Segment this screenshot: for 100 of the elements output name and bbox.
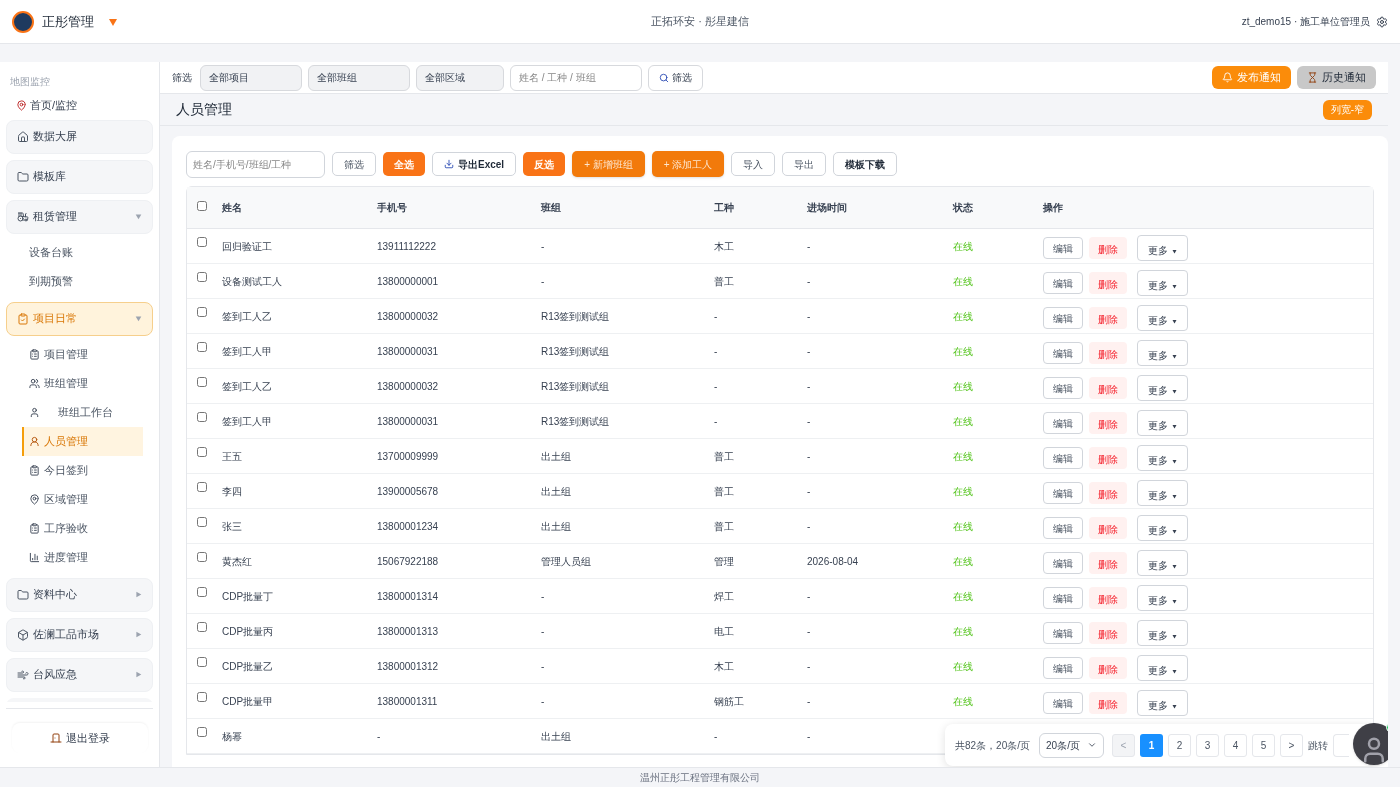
edit-button[interactable]: 编辑	[1043, 691, 1083, 714]
more-button[interactable]: 更多	[1137, 619, 1188, 646]
search-field[interactable]: 姓名/手机号/班组/工种	[186, 150, 325, 178]
nav-subitem[interactable]: 到期预警	[24, 266, 153, 296]
nav-group[interactable]: 模板库	[6, 159, 153, 194]
edit-button[interactable]: 编辑	[1043, 271, 1083, 294]
more-button[interactable]: 更多	[1137, 479, 1188, 506]
delete-button[interactable]: 删除	[1089, 586, 1127, 609]
edit-button[interactable]: 编辑	[1043, 306, 1083, 329]
delete-button[interactable]: 删除	[1089, 656, 1127, 679]
edit-button[interactable]: 编辑	[1043, 551, 1083, 574]
select-all-checkbox[interactable]	[197, 200, 207, 211]
edit-button[interactable]: 编辑	[1043, 376, 1083, 399]
search-button[interactable]: 筛选	[648, 64, 703, 91]
logout-button[interactable]: 退出登录	[11, 723, 148, 753]
edit-button[interactable]: 编辑	[1043, 411, 1083, 434]
row-checkbox[interactable]	[197, 657, 207, 667]
row-checkbox[interactable]	[197, 307, 207, 317]
next-page-button[interactable]: >	[1280, 733, 1304, 757]
row-checkbox[interactable]	[197, 622, 207, 632]
toolbar-button[interactable]: 模板下载	[833, 152, 898, 176]
page-size-select[interactable]: 20条/页	[1039, 732, 1105, 758]
more-button[interactable]: 更多	[1137, 269, 1188, 296]
jump-page-field[interactable]	[1333, 733, 1350, 757]
row-checkbox[interactable]	[197, 482, 207, 492]
edit-button[interactable]: 编辑	[1043, 586, 1083, 609]
nav-subitem[interactable]: 区域管理	[24, 484, 153, 514]
nav-subitem[interactable]: 设备台账	[24, 237, 153, 267]
select-field[interactable]: 全部班组	[308, 64, 410, 91]
more-button[interactable]: 更多	[1137, 339, 1188, 366]
toolbar-button[interactable]: 导出	[782, 152, 827, 176]
toolbar-button[interactable]: 筛选	[332, 152, 376, 176]
select-field[interactable]: 全部项目	[200, 64, 302, 91]
nav-subitem[interactable]: 项目管理	[24, 339, 153, 369]
more-button[interactable]: 更多	[1137, 584, 1188, 611]
nav-link[interactable]: 首页/监控	[6, 97, 153, 114]
row-checkbox[interactable]	[197, 342, 207, 352]
delete-button[interactable]: 删除	[1089, 306, 1127, 329]
nav-subitem[interactable]: 班组工作台	[24, 397, 153, 427]
avatar-silhouette[interactable]	[1353, 723, 1388, 765]
more-button[interactable]: 更多	[1137, 654, 1188, 681]
delete-button[interactable]: 删除	[1089, 411, 1127, 434]
row-checkbox[interactable]	[197, 552, 207, 562]
edit-button[interactable]: 编辑	[1043, 446, 1083, 469]
delete-button[interactable]: 删除	[1089, 271, 1127, 294]
table-cell-text: -	[807, 239, 812, 254]
logo-icon	[12, 10, 34, 33]
nav-subitem[interactable]: 班组管理	[24, 368, 153, 398]
edit-button[interactable]: 编辑	[1043, 341, 1083, 364]
search-field[interactable]: 姓名 / 工种 / 班组	[510, 64, 642, 91]
nav-group[interactable]: 数据大屏	[6, 119, 153, 154]
delete-button[interactable]: 删除	[1089, 341, 1127, 364]
more-button[interactable]: 更多	[1137, 234, 1188, 261]
edit-button[interactable]: 编辑	[1043, 621, 1083, 644]
more-button[interactable]: 更多	[1137, 514, 1188, 541]
more-button[interactable]: 更多	[1137, 409, 1188, 436]
edit-button[interactable]: 编辑	[1043, 236, 1083, 259]
history-notice-button[interactable]: 历史通知	[1297, 66, 1376, 89]
nav-group[interactable]: 资料中心	[6, 577, 153, 612]
nav-group[interactable]: 租赁管理	[6, 199, 153, 234]
row-checkbox[interactable]	[197, 587, 207, 597]
select-field[interactable]: 全部区域	[416, 64, 504, 91]
page-button[interactable]: 2	[1168, 733, 1192, 757]
delete-button[interactable]: 删除	[1089, 691, 1127, 714]
map-pin-icon	[29, 493, 40, 505]
row-checkbox[interactable]	[197, 377, 207, 387]
edit-button[interactable]: 编辑	[1043, 656, 1083, 679]
more-button[interactable]: 更多	[1137, 374, 1188, 401]
page-button[interactable]: 5	[1252, 733, 1276, 757]
row-checkbox[interactable]	[197, 272, 207, 282]
nav-group[interactable]: 佐澜工品市场	[6, 617, 153, 652]
more-button[interactable]: 更多	[1137, 444, 1188, 471]
edit-button[interactable]: 编辑	[1043, 516, 1083, 539]
cube-icon	[17, 628, 29, 641]
row-checkbox[interactable]	[197, 447, 207, 457]
row-checkbox[interactable]	[197, 727, 207, 737]
row-checkbox[interactable]	[197, 412, 207, 422]
settings-icon[interactable]	[1376, 15, 1388, 28]
delete-button[interactable]: 删除	[1089, 236, 1127, 259]
more-button[interactable]: 更多	[1137, 549, 1188, 576]
toolbar-button[interactable]: 导出Excel	[432, 152, 517, 176]
delete-button[interactable]: 删除	[1089, 481, 1127, 504]
nav-group[interactable]: 台风应急	[6, 657, 153, 692]
toolbar-button[interactable]: 导入	[731, 152, 776, 176]
delete-button[interactable]: 删除	[1089, 446, 1127, 469]
more-button[interactable]: 更多	[1137, 689, 1188, 716]
delete-button[interactable]: 删除	[1089, 551, 1127, 574]
delete-button[interactable]: 删除	[1089, 621, 1127, 644]
nav-subitem[interactable]: 工序验收	[24, 513, 153, 543]
row-checkbox[interactable]	[197, 517, 207, 527]
delete-button[interactable]: 删除	[1089, 376, 1127, 399]
page-button[interactable]: 4	[1224, 733, 1248, 757]
delete-button[interactable]: 删除	[1089, 516, 1127, 539]
row-checkbox[interactable]	[197, 237, 207, 247]
page-button[interactable]: 3	[1196, 733, 1220, 757]
nav-subitem[interactable]: 进度管理	[24, 542, 153, 572]
nav-subitem[interactable]: 今日签到	[24, 455, 153, 485]
edit-button[interactable]: 编辑	[1043, 481, 1083, 504]
row-checkbox[interactable]	[197, 692, 207, 702]
more-button[interactable]: 更多	[1137, 304, 1188, 331]
